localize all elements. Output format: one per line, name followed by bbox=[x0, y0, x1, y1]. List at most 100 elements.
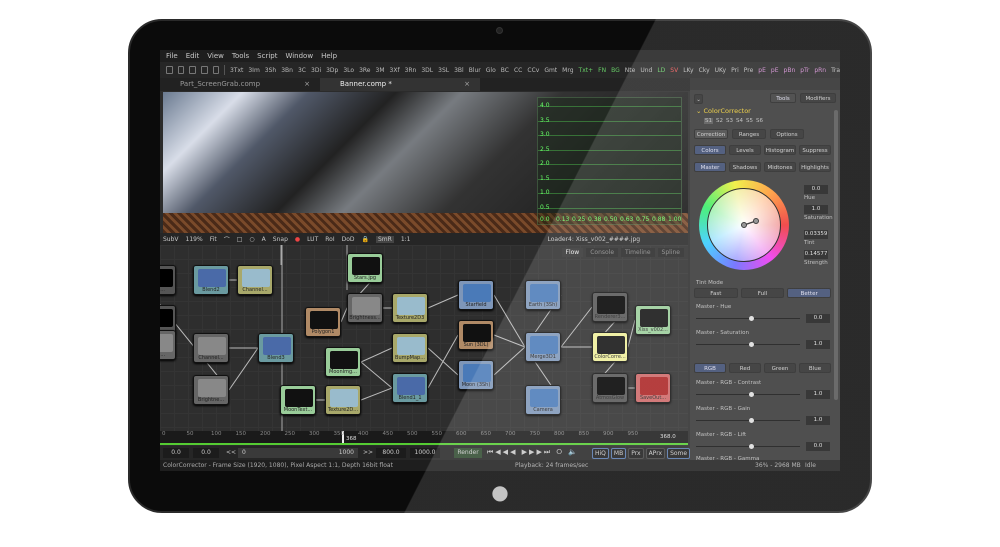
ratio-button[interactable]: 1:1 bbox=[401, 236, 411, 243]
slider-handle[interactable] bbox=[749, 342, 754, 347]
smr-button[interactable]: SmR bbox=[376, 235, 394, 243]
tool-button-glo[interactable]: Glo bbox=[486, 67, 496, 74]
tool-button-bg[interactable]: BG bbox=[611, 67, 620, 74]
tool-button-lky[interactable]: LKy bbox=[683, 67, 693, 74]
subview-button[interactable]: SubV bbox=[163, 236, 179, 243]
tool-button-gmt[interactable]: Gmt bbox=[544, 67, 557, 74]
flow-node[interactable]: Channel... bbox=[237, 265, 273, 295]
tool-button-fn[interactable]: FN bbox=[598, 67, 606, 74]
flow-node[interactable]: AtmosGlow bbox=[592, 373, 628, 403]
flow-node[interactable]: Blend1_1 bbox=[392, 373, 428, 403]
flow-node[interactable]: BumpMap... bbox=[392, 333, 428, 363]
flow-tab-timeline[interactable]: Timeline bbox=[621, 248, 655, 257]
tint-mode-full[interactable]: Full bbox=[740, 288, 785, 298]
slider-track[interactable] bbox=[696, 342, 800, 347]
tint-mode-fast[interactable]: Fast bbox=[694, 288, 738, 298]
wheel-strength-field[interactable]: 0.14577 bbox=[804, 250, 828, 259]
timeline-ruler[interactable]: 368 368.0 0 50 100 150 200 250 300 350 400 450 500… bbox=[160, 431, 688, 445]
channel-green[interactable]: Green bbox=[764, 363, 796, 373]
flow-node[interactable]: Texture2D3 bbox=[392, 293, 428, 323]
zoom-dropdown[interactable]: 119% bbox=[186, 236, 203, 243]
quality-some-button[interactable]: Some bbox=[667, 448, 691, 459]
tool-button-prn[interactable]: pRn bbox=[814, 67, 826, 74]
render-end-field[interactable]: 800.0 bbox=[376, 448, 406, 458]
tab-part-screengrab[interactable]: Part_ScreenGrab.comp × bbox=[160, 78, 320, 91]
subtab-options[interactable]: Options bbox=[770, 129, 804, 139]
version-slot-s2[interactable]: S2 bbox=[716, 118, 723, 124]
version-slot-s3[interactable]: S3 bbox=[726, 118, 733, 124]
version-slot-s1[interactable]: S1 bbox=[704, 118, 713, 124]
slider-handle[interactable] bbox=[749, 444, 754, 449]
layout-icon[interactable] bbox=[166, 66, 173, 74]
slider-track[interactable] bbox=[696, 316, 800, 321]
flow-node[interactable]: Ima... bbox=[160, 330, 176, 360]
wheel-hue-field[interactable]: 0.0 bbox=[804, 185, 828, 194]
flow-tab-flow[interactable]: Flow bbox=[561, 248, 584, 257]
flow-node[interactable]: Moon (3Sh) bbox=[458, 360, 494, 390]
tool-button-pbn[interactable]: pBn bbox=[784, 67, 796, 74]
tool-button-blur[interactable]: Blur bbox=[469, 67, 481, 74]
menu-view[interactable]: View bbox=[207, 52, 224, 60]
tool-button-uky[interactable]: UKy bbox=[715, 67, 726, 74]
mode-suppress[interactable]: Suppress bbox=[799, 145, 831, 155]
tool-button-3di[interactable]: 3Di bbox=[311, 67, 321, 74]
menu-help[interactable]: Help bbox=[321, 52, 337, 60]
version-slot-s5[interactable]: S5 bbox=[746, 118, 753, 124]
rect-icon[interactable]: □ bbox=[237, 236, 243, 243]
range-midtones[interactable]: Midtones bbox=[764, 162, 796, 172]
slider-value-field[interactable]: 1.0 bbox=[806, 390, 830, 399]
tool-button-pri[interactable]: Pri bbox=[731, 67, 739, 74]
close-icon[interactable]: × bbox=[464, 78, 470, 91]
flow-node[interactable]: SaveOut... bbox=[635, 373, 671, 403]
flow-node[interactable]: Blend2 bbox=[193, 265, 229, 295]
flow-node[interactable]: Bac... bbox=[160, 265, 176, 295]
slider-handle[interactable] bbox=[749, 392, 754, 397]
dod-button[interactable]: DoD bbox=[342, 236, 355, 243]
menu-tools[interactable]: Tools bbox=[232, 52, 249, 60]
render-start-field[interactable]: 0.0 bbox=[193, 448, 219, 458]
version-slot-s6[interactable]: S6 bbox=[756, 118, 763, 124]
close-icon[interactable]: × bbox=[304, 78, 310, 91]
text-icon[interactable]: A bbox=[262, 236, 266, 243]
flow-node[interactable]: Brightness... bbox=[347, 293, 383, 323]
global-end-field[interactable]: 1000.0 bbox=[410, 448, 440, 458]
flow-node[interactable]: Channel... bbox=[193, 333, 229, 363]
range-master[interactable]: Master bbox=[694, 162, 726, 172]
range-highlights[interactable]: Highlights bbox=[799, 162, 831, 172]
tool-button-bc[interactable]: BC bbox=[501, 67, 509, 74]
tool-button-cc[interactable]: CC bbox=[514, 67, 522, 74]
roi-button[interactable]: RoI bbox=[325, 236, 334, 243]
menu-edit[interactable]: Edit bbox=[186, 52, 200, 60]
tool-button-3dl[interactable]: 3DL bbox=[421, 67, 433, 74]
layout-icon[interactable] bbox=[200, 66, 208, 74]
flow-node[interactable]: Merge3D1 bbox=[525, 332, 561, 362]
tool-button-pe[interactable]: pE bbox=[758, 67, 766, 74]
tool-button-3bl[interactable]: 3Bl bbox=[454, 67, 464, 74]
color-wheel[interactable] bbox=[699, 180, 789, 270]
flow-node[interactable]: Texture2D... bbox=[325, 385, 361, 415]
flow-node[interactable]: MoonImg... bbox=[325, 347, 361, 377]
slider-track[interactable] bbox=[696, 418, 800, 423]
flow-node[interactable]: Brightne... bbox=[193, 375, 229, 405]
slider-track[interactable] bbox=[696, 444, 800, 449]
mode-histogram[interactable]: Histogram bbox=[764, 145, 796, 155]
version-slot-s4[interactable]: S4 bbox=[736, 118, 743, 124]
subtab-ranges[interactable]: Ranges bbox=[732, 129, 766, 139]
flow-node[interactable]: Camera bbox=[525, 385, 561, 415]
lock-icon[interactable]: 🔒 bbox=[362, 236, 369, 243]
wheel-saturation-field[interactable]: 1.0 bbox=[804, 205, 828, 214]
print-icon[interactable] bbox=[212, 66, 220, 74]
tool-button-3sh[interactable]: 3Sh bbox=[265, 67, 276, 74]
tool-button-3m[interactable]: 3M bbox=[376, 67, 385, 74]
flow-node[interactable]: Stars.jpg bbox=[347, 253, 383, 283]
tool-button-und[interactable]: Und bbox=[640, 67, 652, 74]
tool-button-3dp[interactable]: 3Dp bbox=[326, 67, 338, 74]
tab-modifiers[interactable]: Modifiers bbox=[800, 93, 836, 103]
tool-button-3bn[interactable]: 3Bn bbox=[281, 67, 293, 74]
mode-colors[interactable]: Colors bbox=[694, 145, 726, 155]
quality-hiq-button[interactable]: HiQ bbox=[592, 448, 609, 459]
slider-value-field[interactable]: 1.0 bbox=[806, 416, 830, 425]
slider-handle[interactable] bbox=[749, 316, 754, 321]
tool-button-3xf[interactable]: 3Xf bbox=[390, 67, 400, 74]
tool-button-pre[interactable]: Pre bbox=[744, 67, 754, 74]
